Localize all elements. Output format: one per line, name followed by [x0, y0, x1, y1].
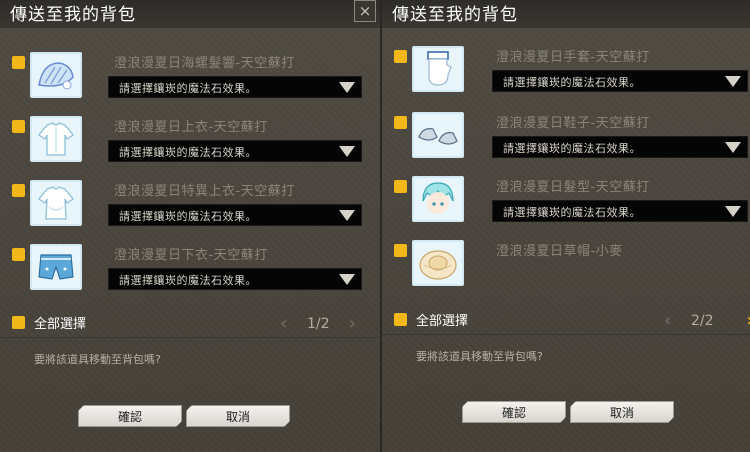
cancel-button[interactable]: 取消	[570, 401, 674, 423]
seashell-hairpin-icon	[30, 52, 82, 98]
transfer-dialog-page-1: 傳送至我的背包 × 澄浪漫夏日海螺髮響-天空蘇打 請選擇鑲崁的魔法石效果。 澄浪…	[0, 0, 380, 452]
confirm-button[interactable]: 確認	[78, 405, 182, 427]
item-row: 澄浪漫夏日下衣-天空蘇打 請選擇鑲崁的魔法石效果。	[0, 244, 380, 296]
chevron-down-icon	[725, 142, 741, 153]
item-name: 澄浪漫夏日海螺髮響-天空蘇打	[114, 56, 295, 71]
dialog-title: 傳送至我的背包	[392, 5, 518, 25]
item-name: 澄浪漫夏日下衣-天空蘇打	[114, 248, 268, 263]
close-button[interactable]: ×	[354, 0, 376, 22]
special-shirt-icon	[30, 180, 82, 226]
magic-stone-dropdown[interactable]: 請選擇鑲崁的魔法石效果。	[108, 140, 362, 162]
hairstyle-icon	[412, 176, 464, 222]
item-name: 澄浪漫夏日手套-天空蘇打	[496, 50, 650, 65]
item-row: 澄浪漫夏日手套-天空蘇打 請選擇鑲崁的魔法石效果。	[382, 46, 750, 98]
item-checkbox[interactable]	[12, 184, 25, 197]
item-name: 澄浪漫夏日上衣-天空蘇打	[114, 120, 268, 135]
close-icon: ×	[358, 2, 372, 20]
item-checkbox[interactable]	[394, 244, 407, 257]
chevron-down-icon	[725, 206, 741, 217]
chevron-down-icon	[725, 76, 741, 87]
dropdown-value: 請選擇鑲崁的魔法石效果。	[503, 76, 641, 89]
select-all-checkbox[interactable]	[394, 313, 407, 326]
chevron-right-icon[interactable]: ›	[349, 315, 356, 333]
pager: ‹ 1/2 ›	[280, 315, 370, 335]
confirm-question: 要將該道具移動至背包嗎?	[34, 353, 161, 366]
glove-icon	[412, 46, 464, 92]
item-checkbox[interactable]	[394, 116, 407, 129]
magic-stone-dropdown[interactable]: 請選擇鑲崁的魔法石效果。	[108, 268, 362, 290]
magic-stone-dropdown[interactable]: 請選擇鑲崁的魔法石效果。	[492, 136, 748, 158]
dropdown-value: 請選擇鑲崁的魔法石效果。	[503, 142, 641, 155]
item-row: 澄浪漫夏日上衣-天空蘇打 請選擇鑲崁的魔法石效果。	[0, 116, 380, 168]
transfer-dialog-page-2: 傳送至我的背包 澄浪漫夏日手套-天空蘇打 請選擇鑲崁的魔法石效果。 澄浪漫夏日鞋…	[380, 0, 750, 452]
title-bar: 傳送至我的背包 ×	[0, 0, 380, 28]
chevron-down-icon	[339, 82, 355, 93]
confirm-button[interactable]: 確認	[462, 401, 566, 423]
item-row: 澄浪漫夏日草帽-小麥	[382, 240, 750, 292]
select-all-label: 全部選擇	[34, 317, 87, 332]
item-checkbox[interactable]	[394, 180, 407, 193]
magic-stone-dropdown[interactable]: 請選擇鑲崁的魔法石效果。	[108, 204, 362, 226]
chevron-down-icon	[339, 274, 355, 285]
magic-stone-dropdown[interactable]: 請選擇鑲崁的魔法石效果。	[492, 200, 748, 222]
item-checkbox[interactable]	[12, 120, 25, 133]
item-checkbox[interactable]	[394, 50, 407, 63]
magic-stone-dropdown[interactable]: 請選擇鑲崁的魔法石效果。	[492, 70, 748, 92]
divider	[0, 337, 380, 338]
chevron-down-icon	[339, 210, 355, 221]
dropdown-value: 請選擇鑲崁的魔法石效果。	[119, 274, 257, 287]
dropdown-value: 請選擇鑲崁的魔法石效果。	[119, 210, 257, 223]
chevron-right-icon[interactable]: ›	[747, 312, 750, 330]
item-name: 澄浪漫夏日髮型-天空蘇打	[496, 180, 650, 195]
select-all-label: 全部選擇	[416, 314, 469, 329]
dropdown-value: 請選擇鑲崁的魔法石效果。	[119, 82, 257, 95]
shorts-icon	[30, 244, 82, 290]
item-row: 澄浪漫夏日海螺髮響-天空蘇打 請選擇鑲崁的魔法石效果。	[0, 52, 380, 104]
item-name: 澄浪漫夏日鞋子-天空蘇打	[496, 116, 650, 131]
dropdown-value: 請選擇鑲崁的魔法石效果。	[119, 146, 257, 159]
item-row: 澄浪漫夏日鞋子-天空蘇打 請選擇鑲崁的魔法石效果。	[382, 112, 750, 164]
chevron-left-icon[interactable]: ‹	[280, 315, 287, 333]
dialog-title: 傳送至我的背包	[10, 5, 136, 25]
item-checkbox[interactable]	[12, 248, 25, 261]
confirm-question: 要將該道具移動至背包嗎?	[416, 350, 543, 363]
divider	[382, 334, 750, 335]
page-indicator: 2/2	[691, 313, 714, 329]
chevron-left-icon[interactable]: ‹	[664, 312, 671, 330]
select-all-checkbox[interactable]	[12, 316, 25, 329]
cancel-button[interactable]: 取消	[186, 405, 290, 427]
shoes-icon	[412, 112, 464, 158]
pager: ‹ 2/2 ›	[664, 312, 750, 332]
dropdown-value: 請選擇鑲崁的魔法石效果。	[503, 206, 641, 219]
magic-stone-dropdown[interactable]: 請選擇鑲崁的魔法石效果。	[108, 76, 362, 98]
page-indicator: 1/2	[307, 316, 330, 332]
title-bar: 傳送至我的背包	[382, 0, 750, 28]
item-name: 澄浪漫夏日草帽-小麥	[496, 244, 623, 259]
item-name: 澄浪漫夏日特異上衣-天空蘇打	[114, 184, 295, 199]
item-row: 澄浪漫夏日髮型-天空蘇打 請選擇鑲崁的魔法石效果。	[382, 176, 750, 228]
chevron-down-icon	[339, 146, 355, 157]
item-checkbox[interactable]	[12, 56, 25, 69]
item-row: 澄浪漫夏日特異上衣-天空蘇打 請選擇鑲崁的魔法石效果。	[0, 180, 380, 232]
straw-hat-icon	[412, 240, 464, 286]
shirt-icon	[30, 116, 82, 162]
